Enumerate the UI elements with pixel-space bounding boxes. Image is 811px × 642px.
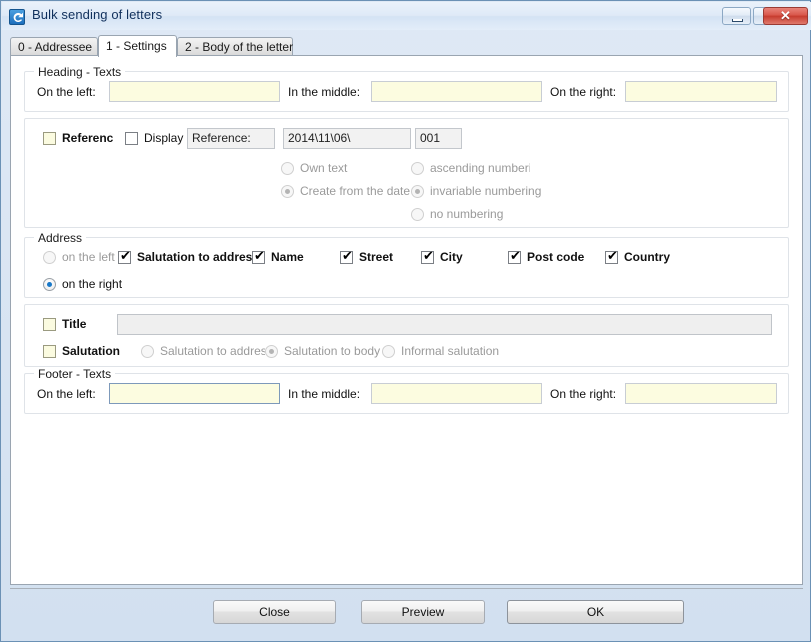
radio-invariable-numbering-label: invariable numbering [430,184,542,198]
radio-ascending-numbering[interactable] [411,162,424,175]
checkbox-street-label: Street [359,250,394,264]
footer-middle-input[interactable] [371,383,542,404]
minimize-icon [732,19,743,22]
minimize-button[interactable] [722,7,751,25]
radio-address-on-the-right-label: on the right [62,277,123,291]
checkbox-salutation-to-address-label: Salutation to address [137,250,260,264]
radio-no-numbering[interactable] [411,208,424,221]
checkbox-name-label: Name [271,250,304,264]
display-checkbox[interactable] [125,132,138,145]
radio-salutation-to-address[interactable] [141,345,154,358]
tab-addressee[interactable]: 0 - Addressee [10,37,98,56]
salutation-checkbox[interactable] [43,345,56,358]
heading-middle-label: In the middle: [288,85,361,99]
radio-no-numbering-label: no numbering [430,207,504,221]
close-icon: ✕ [780,8,791,23]
display-checkbox-label: Display [144,131,184,145]
heading-right-input[interactable] [625,81,777,102]
application-window: Bulk sending of letters ✕ 0 - Addressee … [0,0,811,642]
ok-button[interactable]: OK [507,600,684,624]
checkbox-street[interactable]: ✔ [340,248,353,264]
check-icon: ✔ [423,248,434,263]
radio-create-from-date-label: Create from the date [300,184,411,198]
check-icon: ✔ [254,248,265,263]
radio-create-from-date[interactable] [281,185,294,198]
footer-texts-group: Footer - Texts On the left: In the middl… [24,367,789,414]
radio-informal-salutation-label: Informal salutation [401,344,500,358]
radio-ascending-numbering-label: ascending numbering [430,161,530,175]
heading-right-label: On the right: [550,85,617,99]
check-icon: ✔ [120,248,131,263]
title-bar: Bulk sending of letters ✕ [2,2,811,30]
checkbox-city[interactable]: ✔ [421,248,434,264]
checkbox-country-label: Country [624,250,670,264]
radio-own-text-label: Own text [300,161,348,175]
close-action-button[interactable]: Close [213,600,336,624]
radio-own-text[interactable] [281,162,294,175]
radio-address-on-the-left-label: on the left [62,250,115,264]
reference-prefix-input[interactable]: Reference: [187,128,275,149]
footer-middle-label: In the middle: [288,387,361,401]
checkbox-post-code[interactable]: ✔ [508,248,521,264]
heading-texts-group-title: Heading - Texts [34,65,126,79]
salutation-checkbox-label: Salutation [62,344,121,358]
checkbox-name[interactable]: ✔ [252,248,265,264]
title-input[interactable] [117,314,772,335]
radio-address-on-the-right[interactable] [43,278,56,291]
radio-informal-salutation[interactable] [382,345,395,358]
check-icon: ✔ [342,248,353,263]
check-icon: ✔ [510,248,521,263]
reference-group: Referenc Display Reference: 2014\11\06\ … [24,118,789,228]
footer-left-label: On the left: [37,387,96,401]
heading-middle-input[interactable] [371,81,542,102]
checkbox-post-code-label: Post code [527,250,585,264]
check-icon: ✔ [607,248,618,263]
radio-salutation-to-body-label: Salutation to body [284,344,381,358]
tab-label: 1 - Settings [106,39,167,53]
footer-right-label: On the right: [550,387,617,401]
reference-checkbox[interactable] [43,132,56,145]
address-group: Address on the left on the right ✔ Salut… [24,231,789,298]
heading-left-label: On the left: [37,85,96,99]
preview-button[interactable]: Preview [361,600,485,624]
radio-salutation-to-body[interactable] [265,345,278,358]
reference-checkbox-label: Referenc [62,131,114,145]
checkbox-salutation-to-address[interactable]: ✔ [118,248,131,264]
reference-date-input[interactable]: 2014\11\06\ [283,128,411,149]
footer-left-input[interactable] [109,383,280,404]
checkbox-city-label: City [440,250,463,264]
footer-right-input[interactable] [625,383,777,404]
heading-left-input[interactable] [109,81,280,102]
tab-page-settings: Heading - Texts On the left: In the midd… [10,55,803,585]
title-salutation-group: Title Salutation Salutation to address S… [24,304,789,367]
reference-number-input[interactable]: 001 [415,128,462,149]
radio-invariable-numbering[interactable] [411,185,424,198]
radio-salutation-to-address-label: Salutation to address [160,344,265,358]
checkbox-country[interactable]: ✔ [605,248,618,264]
tab-label: 0 - Addressee [18,40,93,54]
app-swirl-icon [9,9,25,25]
title-checkbox-label: Title [62,317,87,331]
window-title: Bulk sending of letters [32,7,163,22]
tab-label: 2 - Body of the letter [185,40,294,54]
tab-strip: 0 - Addressee 1 - Settings 2 - Body of t… [10,35,803,57]
radio-address-on-the-left[interactable] [43,251,56,264]
title-checkbox[interactable] [43,318,56,331]
heading-texts-group: Heading - Texts On the left: In the midd… [24,65,789,112]
tab-body-of-letter[interactable]: 2 - Body of the letter [177,37,293,56]
footer-texts-group-title: Footer - Texts [34,367,116,381]
footer-separator [10,588,803,589]
address-group-title: Address [34,231,87,245]
tab-settings[interactable]: 1 - Settings [98,35,177,57]
close-button[interactable]: ✕ [763,7,808,25]
